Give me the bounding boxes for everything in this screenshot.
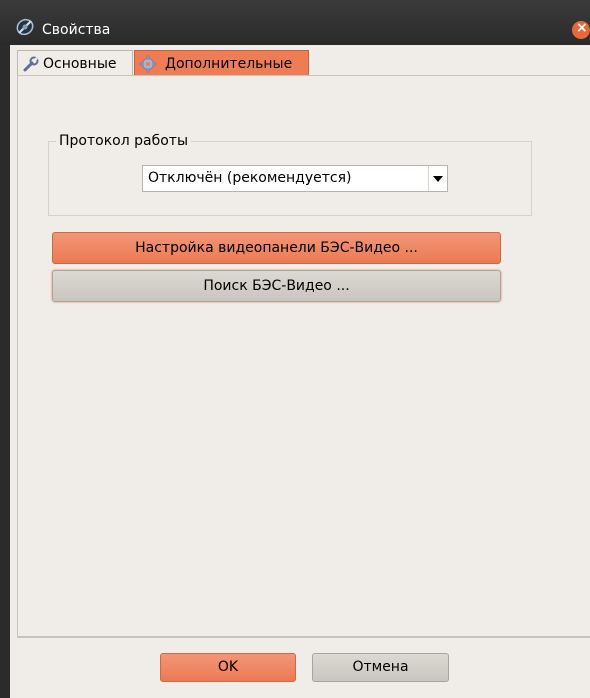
dialog-body: Основные Дополнительные Протокол работы … bbox=[10, 45, 590, 698]
ok-button[interactable]: OK bbox=[160, 653, 296, 682]
footer-divider bbox=[17, 637, 590, 638]
tab-basic[interactable]: Основные bbox=[17, 50, 133, 76]
gear-icon bbox=[139, 55, 157, 73]
wrench-icon bbox=[22, 55, 40, 73]
video-panel-settings-button[interactable]: Настройка видеопанели БЭС-Видео ... bbox=[52, 232, 501, 264]
protocol-group-label: Протокол работы bbox=[56, 133, 191, 149]
properties-window: Свойства × Основные Дополнительные Прото… bbox=[0, 0, 590, 698]
title-bar[interactable]: Свойства × bbox=[0, 0, 590, 45]
tab-panel-advanced: Протокол работы Отключён (рекомендуется)… bbox=[17, 75, 590, 637]
chevron-down-icon[interactable] bbox=[428, 166, 447, 191]
tab-basic-label: Основные bbox=[43, 56, 117, 72]
tab-advanced-label: Дополнительные bbox=[165, 56, 293, 72]
tab-advanced[interactable]: Дополнительные bbox=[134, 50, 309, 76]
search-video-button[interactable]: Поиск БЭС-Видео ... bbox=[52, 270, 501, 302]
cancel-button[interactable]: Отмена bbox=[312, 653, 449, 682]
close-button[interactable]: × bbox=[572, 21, 590, 39]
protocol-selected-value: Отключён (рекомендуется) bbox=[148, 170, 352, 186]
protocol-select[interactable]: Отключён (рекомендуется) bbox=[142, 165, 448, 192]
app-logo-icon bbox=[15, 17, 35, 37]
window-title: Свойства bbox=[42, 22, 111, 38]
close-icon: × bbox=[576, 21, 588, 36]
